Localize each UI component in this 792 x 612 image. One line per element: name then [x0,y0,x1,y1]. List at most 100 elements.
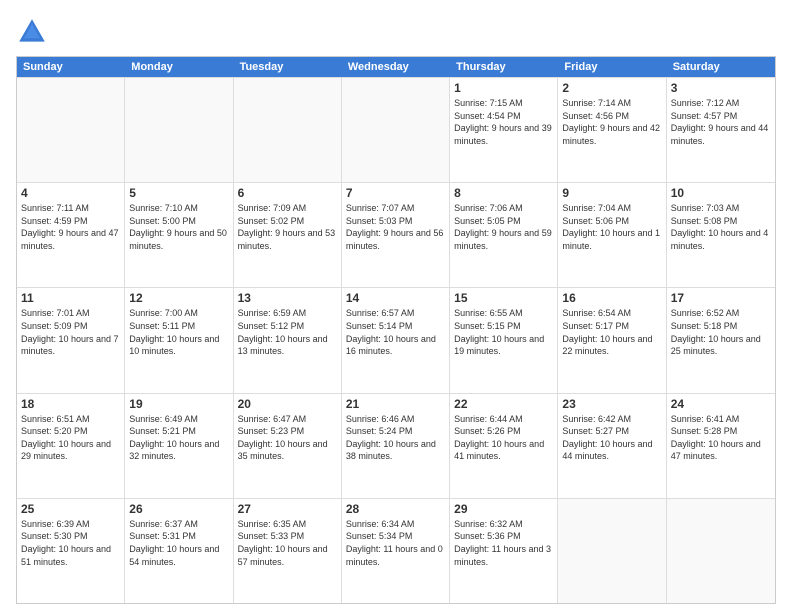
day-info: Sunrise: 6:34 AMSunset: 5:34 PMDaylight:… [346,518,445,568]
day-info: Sunrise: 6:46 AMSunset: 5:24 PMDaylight:… [346,413,445,463]
empty-cell [234,78,342,182]
day-number: 24 [671,397,771,411]
day-info: Sunrise: 6:41 AMSunset: 5:28 PMDaylight:… [671,413,771,463]
day-number: 15 [454,291,553,305]
day-info: Sunrise: 7:14 AMSunset: 4:56 PMDaylight:… [562,97,661,147]
weekday-header-friday: Friday [558,57,666,77]
calendar-header: SundayMondayTuesdayWednesdayThursdayFrid… [17,57,775,77]
empty-cell [17,78,125,182]
day-number: 20 [238,397,337,411]
day-info: Sunrise: 6:37 AMSunset: 5:31 PMDaylight:… [129,518,228,568]
day-info: Sunrise: 6:59 AMSunset: 5:12 PMDaylight:… [238,307,337,357]
day-info: Sunrise: 6:49 AMSunset: 5:21 PMDaylight:… [129,413,228,463]
page: SundayMondayTuesdayWednesdayThursdayFrid… [0,0,792,612]
logo [16,16,52,48]
day-info: Sunrise: 7:11 AMSunset: 4:59 PMDaylight:… [21,202,120,252]
day-cell-5: 5 Sunrise: 7:10 AMSunset: 5:00 PMDaylight… [125,183,233,287]
calendar-row-0: 1 Sunrise: 7:15 AMSunset: 4:54 PMDaylight… [17,77,775,182]
day-number: 21 [346,397,445,411]
day-info: Sunrise: 6:54 AMSunset: 5:17 PMDaylight:… [562,307,661,357]
day-number: 23 [562,397,661,411]
day-cell-16: 16 Sunrise: 6:54 AMSunset: 5:17 PMDayligh… [558,288,666,392]
calendar-row-2: 11 Sunrise: 7:01 AMSunset: 5:09 PMDayligh… [17,287,775,392]
day-cell-15: 15Sunrise: 6:55 AMSunset: 5:15 PMDayligh… [450,288,558,392]
day-cell-10: 10 Sunrise: 7:03 AMSunset: 5:08 PMDayligh… [667,183,775,287]
day-info: Sunrise: 6:57 AMSunset: 5:14 PMDaylight:… [346,307,445,357]
weekday-header-sunday: Sunday [17,57,125,77]
calendar-row-1: 4 Sunrise: 7:11 AMSunset: 4:59 PMDaylight… [17,182,775,287]
day-number: 4 [21,186,120,200]
day-cell-8: 8 Sunrise: 7:06 AMSunset: 5:05 PMDaylight… [450,183,558,287]
day-info: Sunrise: 6:35 AMSunset: 5:33 PMDaylight:… [238,518,337,568]
day-cell-9: 9 Sunrise: 7:04 AMSunset: 5:06 PMDaylight… [558,183,666,287]
day-cell-7: 7Sunrise: 7:07 AMSunset: 5:03 PMDaylight… [342,183,450,287]
day-number: 5 [129,186,228,200]
weekday-header-thursday: Thursday [450,57,558,77]
day-number: 18 [21,397,120,411]
day-number: 12 [129,291,228,305]
day-info: Sunrise: 7:15 AMSunset: 4:54 PMDaylight:… [454,97,553,147]
day-info: Sunrise: 7:00 AMSunset: 5:11 PMDaylight:… [129,307,228,357]
day-number: 27 [238,502,337,516]
day-info: Sunrise: 6:42 AMSunset: 5:27 PMDaylight:… [562,413,661,463]
empty-cell [558,499,666,603]
day-number: 10 [671,186,771,200]
empty-cell [125,78,233,182]
day-info: Sunrise: 6:39 AMSunset: 5:30 PMDaylight:… [21,518,120,568]
day-cell-27: 27 Sunrise: 6:35 AMSunset: 5:33 PMDayligh… [234,499,342,603]
day-cell-12: 12 Sunrise: 7:00 AMSunset: 5:11 PMDayligh… [125,288,233,392]
day-info: Sunrise: 6:44 AMSunset: 5:26 PMDaylight:… [454,413,553,463]
day-number: 14 [346,291,445,305]
day-cell-18: 18 Sunrise: 6:51 AMSunset: 5:20 PMDayligh… [17,394,125,498]
day-cell-20: 20 Sunrise: 6:47 AMSunset: 5:23 PMDayligh… [234,394,342,498]
day-number: 3 [671,81,771,95]
weekday-header-tuesday: Tuesday [234,57,342,77]
day-number: 19 [129,397,228,411]
day-number: 8 [454,186,553,200]
calendar-body: 1 Sunrise: 7:15 AMSunset: 4:54 PMDaylight… [17,77,775,603]
day-cell-24: 24 Sunrise: 6:41 AMSunset: 5:28 PMDayligh… [667,394,775,498]
day-info: Sunrise: 6:52 AMSunset: 5:18 PMDaylight:… [671,307,771,357]
day-number: 17 [671,291,771,305]
day-info: Sunrise: 7:03 AMSunset: 5:08 PMDaylight:… [671,202,771,252]
calendar-row-4: 25Sunrise: 6:39 AMSunset: 5:30 PMDayligh… [17,498,775,603]
day-number: 16 [562,291,661,305]
day-info: Sunrise: 7:10 AMSunset: 5:00 PMDaylight:… [129,202,228,252]
day-cell-22: 22 Sunrise: 6:44 AMSunset: 5:26 PMDayligh… [450,394,558,498]
day-cell-6: 6 Sunrise: 7:09 AMSunset: 5:02 PMDaylight… [234,183,342,287]
weekday-header-monday: Monday [125,57,233,77]
day-number: 6 [238,186,337,200]
day-cell-3: 3 Sunrise: 7:12 AMSunset: 4:57 PMDaylight… [667,78,775,182]
calendar-row-3: 18 Sunrise: 6:51 AMSunset: 5:20 PMDayligh… [17,393,775,498]
day-number: 13 [238,291,337,305]
day-number: 1 [454,81,553,95]
empty-cell [342,78,450,182]
day-info: Sunrise: 7:01 AMSunset: 5:09 PMDaylight:… [21,307,120,357]
day-info: Sunrise: 7:07 AMSunset: 5:03 PMDaylight:… [346,202,445,252]
day-cell-29: 29Sunrise: 6:32 AMSunset: 5:36 PMDayligh… [450,499,558,603]
day-info: Sunrise: 6:32 AMSunset: 5:36 PMDaylight:… [454,518,553,568]
day-cell-28: 28 Sunrise: 6:34 AMSunset: 5:34 PMDayligh… [342,499,450,603]
header [16,16,776,48]
day-number: 11 [21,291,120,305]
day-number: 26 [129,502,228,516]
day-cell-11: 11 Sunrise: 7:01 AMSunset: 5:09 PMDayligh… [17,288,125,392]
day-cell-14: 14 Sunrise: 6:57 AMSunset: 5:14 PMDayligh… [342,288,450,392]
day-number: 22 [454,397,553,411]
calendar: SundayMondayTuesdayWednesdayThursdayFrid… [16,56,776,604]
day-cell-1: 1 Sunrise: 7:15 AMSunset: 4:54 PMDaylight… [450,78,558,182]
day-info: Sunrise: 6:47 AMSunset: 5:23 PMDaylight:… [238,413,337,463]
day-info: Sunrise: 7:06 AMSunset: 5:05 PMDaylight:… [454,202,553,252]
day-cell-21: 21 Sunrise: 6:46 AMSunset: 5:24 PMDayligh… [342,394,450,498]
day-cell-13: 13 Sunrise: 6:59 AMSunset: 5:12 PMDayligh… [234,288,342,392]
day-cell-4: 4 Sunrise: 7:11 AMSunset: 4:59 PMDaylight… [17,183,125,287]
day-cell-23: 23 Sunrise: 6:42 AMSunset: 5:27 PMDayligh… [558,394,666,498]
day-info: Sunrise: 7:04 AMSunset: 5:06 PMDaylight:… [562,202,661,252]
day-cell-19: 19 Sunrise: 6:49 AMSunset: 5:21 PMDayligh… [125,394,233,498]
day-number: 9 [562,186,661,200]
day-info: Sunrise: 6:51 AMSunset: 5:20 PMDaylight:… [21,413,120,463]
day-info: Sunrise: 7:12 AMSunset: 4:57 PMDaylight:… [671,97,771,147]
weekday-header-saturday: Saturday [667,57,775,77]
day-info: Sunrise: 7:09 AMSunset: 5:02 PMDaylight:… [238,202,337,252]
day-number: 28 [346,502,445,516]
